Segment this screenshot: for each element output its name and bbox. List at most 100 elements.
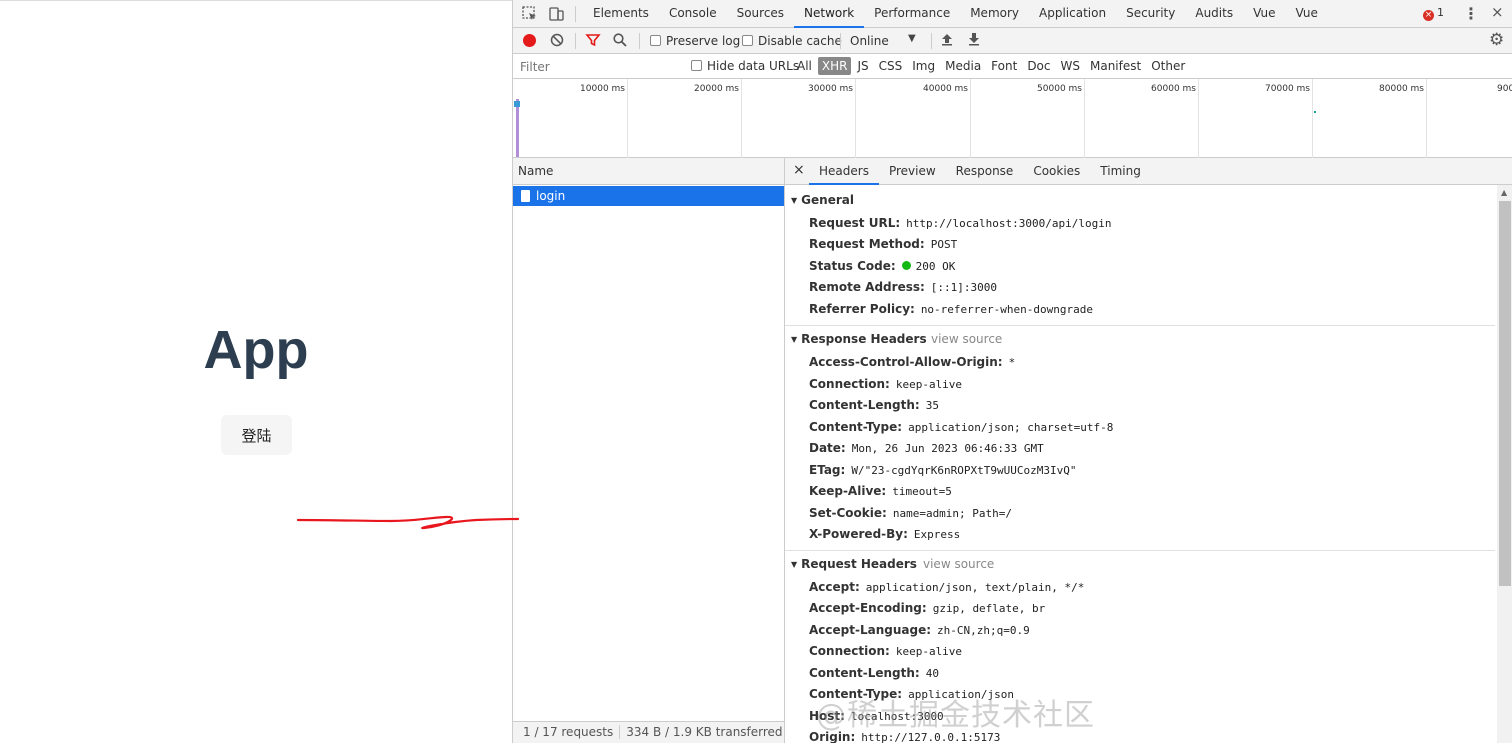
- details-tabbar: × Headers Preview Response Cookies Timin…: [785, 158, 1512, 185]
- type-doc[interactable]: Doc: [1023, 57, 1054, 75]
- login-button[interactable]: 登陆: [221, 415, 292, 455]
- error-icon: ×: [1423, 10, 1434, 21]
- tick-label: 900: [1497, 84, 1512, 94]
- watermark: @稀土掘金技术社区: [816, 698, 1095, 733]
- network-summary: 1 / 17 requests 334 B / 1.9 KB transferre…: [513, 721, 784, 743]
- header-row: Content-Type: application/json; charset=u…: [809, 420, 1114, 434]
- tick-label: 50000 ms: [1037, 84, 1082, 94]
- tab-console[interactable]: Console: [659, 0, 727, 28]
- clear-icon[interactable]: [549, 32, 567, 50]
- disable-cache-checkbox[interactable]: Disable cache: [742, 34, 842, 48]
- type-css[interactable]: CSS: [875, 57, 907, 75]
- devtools-tabbar: Elements Console Sources Network Perform…: [513, 0, 1512, 28]
- type-ws[interactable]: WS: [1057, 57, 1084, 75]
- header-row: Accept: application/json, text/plain, */*: [809, 580, 1085, 594]
- timeline-dot: [1314, 111, 1316, 113]
- record-icon[interactable]: [523, 34, 536, 47]
- tab-headers[interactable]: Headers: [809, 158, 879, 185]
- throttle-select[interactable]: Online: [850, 34, 889, 48]
- request-row-login[interactable]: login: [513, 186, 784, 206]
- response-headers-toggle[interactable]: ▼ Response Headers: [791, 332, 927, 346]
- more-options-icon[interactable]: ⋮: [1463, 4, 1479, 23]
- general-section-toggle[interactable]: ▼ General: [791, 193, 854, 207]
- tab-performance[interactable]: Performance: [864, 0, 960, 28]
- header-row: Accept-Language: zh-CN,zh;q=0.9: [809, 623, 1030, 637]
- response-view-source-link[interactable]: view source: [931, 332, 1002, 346]
- header-row: Connection: keep-alive: [809, 377, 963, 391]
- type-xhr[interactable]: XHR: [817, 57, 852, 75]
- type-img[interactable]: Img: [908, 57, 939, 75]
- devtools-panel: Elements Console Sources Network Perform…: [512, 0, 1512, 743]
- tick-label: 70000 ms: [1265, 84, 1310, 94]
- tab-vue-1[interactable]: Vue: [1243, 0, 1285, 28]
- preserve-log-checkbox[interactable]: Preserve log: [650, 34, 740, 48]
- status-ok-icon: [901, 261, 911, 270]
- name-column-header[interactable]: Name: [513, 158, 784, 185]
- header-row-set-cookie: Set-Cookie: name=admin; Path=/: [809, 506, 1013, 520]
- chevron-down-icon[interactable]: ▼: [908, 33, 916, 44]
- tick-label: 20000 ms: [694, 84, 739, 94]
- close-devtools-icon[interactable]: ×: [1491, 3, 1504, 21]
- filter-input[interactable]: [517, 57, 679, 76]
- tick-label: 10000 ms: [580, 84, 625, 94]
- tab-sources[interactable]: Sources: [727, 0, 794, 28]
- tab-network[interactable]: Network: [794, 0, 865, 28]
- tab-elements[interactable]: Elements: [583, 0, 659, 28]
- import-har-icon[interactable]: [941, 32, 953, 50]
- search-icon[interactable]: [612, 32, 630, 50]
- header-row: Referrer Policy: no-referrer-when-downgra…: [809, 302, 1093, 316]
- tick-label: 30000 ms: [808, 84, 853, 94]
- tab-security[interactable]: Security: [1116, 0, 1185, 28]
- tab-response[interactable]: Response: [946, 158, 1024, 185]
- request-view-source-link[interactable]: view source: [923, 557, 994, 571]
- tab-vue-2[interactable]: Vue: [1285, 0, 1327, 28]
- timeline-request-marker: [514, 101, 520, 107]
- tick-label: 60000 ms: [1151, 84, 1196, 94]
- device-toolbar-icon[interactable]: [547, 5, 565, 23]
- screen: App 登陆 Elements Console Sources Network …: [0, 0, 1512, 743]
- header-row: Remote Address: [::1]:3000: [809, 280, 998, 294]
- export-har-icon[interactable]: [968, 32, 980, 50]
- resource-type-filters: All XHR JS CSS Img Media Font Doc WS Man…: [793, 57, 1191, 75]
- header-row: Content-Length: 40: [809, 666, 939, 680]
- document-icon: [521, 190, 530, 202]
- tab-preview[interactable]: Preview: [879, 158, 946, 185]
- type-all[interactable]: All: [793, 57, 816, 75]
- network-toolbar: Preserve log Disable cache Online ▼ ⚙: [513, 28, 1512, 54]
- scroll-thumb[interactable]: [1499, 201, 1511, 586]
- header-row: Content-Length: 35: [809, 398, 939, 412]
- network-overview[interactable]: 10000 ms 20000 ms 30000 ms 40000 ms 5000…: [513, 79, 1512, 158]
- hide-data-urls-checkbox[interactable]: Hide data URLs: [691, 59, 799, 73]
- header-row: Connection: keep-alive: [809, 644, 963, 658]
- close-details-icon[interactable]: ×: [793, 162, 805, 178]
- type-other[interactable]: Other: [1147, 57, 1189, 75]
- request-headers-toggle[interactable]: ▼ Request Headers: [791, 557, 917, 571]
- header-row: Access-Control-Allow-Origin: *: [809, 355, 1016, 369]
- tick-label: 40000 ms: [923, 84, 968, 94]
- filter-bar: Hide data URLs All XHR JS CSS Img Media …: [513, 54, 1512, 79]
- filter-icon[interactable]: [585, 32, 603, 50]
- request-list: Name login 1 / 17 requests 334 B / 1.9 KB…: [513, 158, 785, 743]
- tab-application[interactable]: Application: [1029, 0, 1116, 28]
- header-row: Date: Mon, 26 Jun 2023 06:46:33 GMT: [809, 441, 1044, 455]
- type-manifest[interactable]: Manifest: [1086, 57, 1145, 75]
- type-font[interactable]: Font: [987, 57, 1021, 75]
- type-js[interactable]: JS: [853, 57, 872, 75]
- tab-memory[interactable]: Memory: [960, 0, 1029, 28]
- header-row: Request URL: http://localhost:3000/api/lo…: [809, 216, 1112, 230]
- devtools-tabs: Elements Console Sources Network Perform…: [583, 0, 1328, 28]
- inspect-element-icon[interactable]: [521, 5, 539, 23]
- type-media[interactable]: Media: [941, 57, 985, 75]
- header-row: Keep-Alive: timeout=5: [809, 484, 952, 498]
- error-badge[interactable]: × 1: [1423, 6, 1444, 21]
- red-underline-annotation: [296, 515, 520, 530]
- tab-cookies[interactable]: Cookies: [1023, 158, 1090, 185]
- scroll-up-icon[interactable]: ▲: [1501, 188, 1507, 197]
- tab-audits[interactable]: Audits: [1185, 0, 1243, 28]
- app-viewport: App 登陆: [0, 0, 512, 743]
- header-row: Request Method: POST: [809, 237, 958, 251]
- details-scrollbar[interactable]: ▲: [1497, 185, 1512, 743]
- settings-gear-icon[interactable]: ⚙: [1489, 30, 1504, 50]
- header-row: ETag: W/"23-cgdYqrK6nROPXtT9wUUCozM3IvQ": [809, 463, 1077, 477]
- tab-timing[interactable]: Timing: [1090, 158, 1151, 185]
